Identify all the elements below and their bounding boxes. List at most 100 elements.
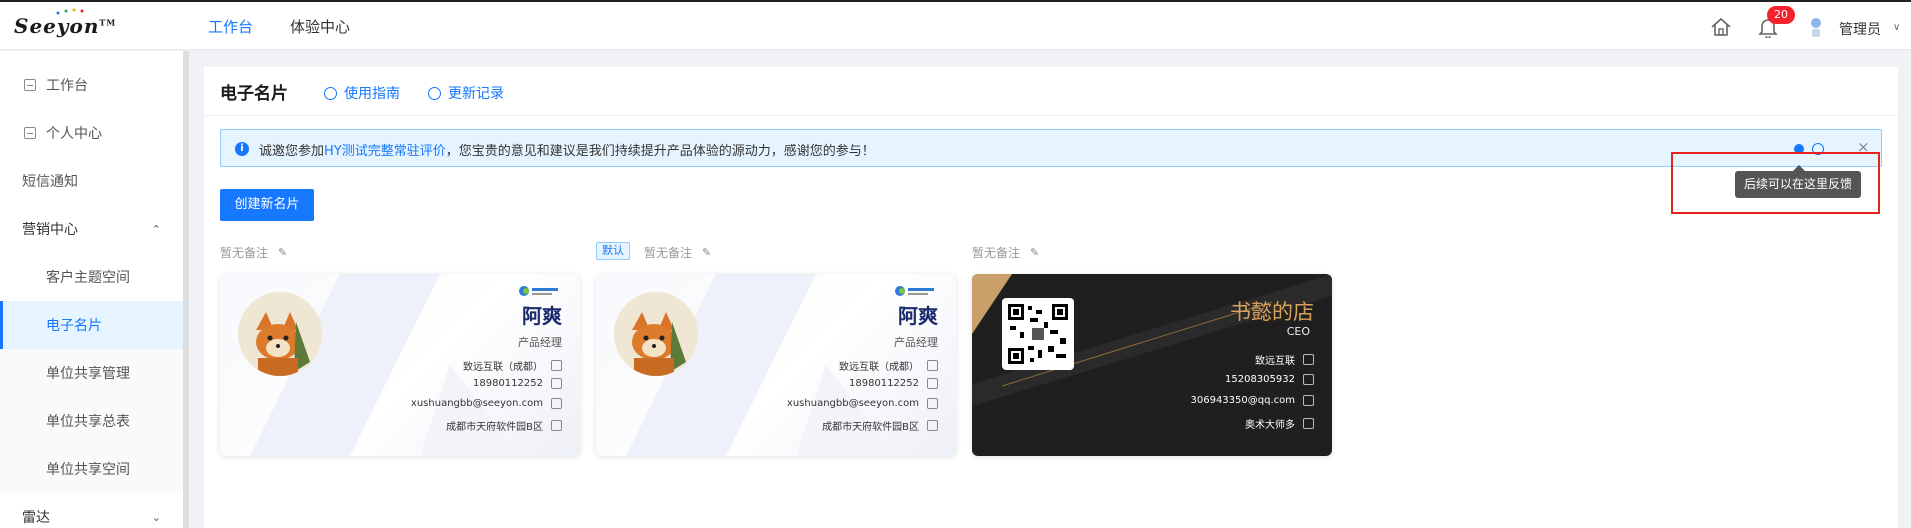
address-text: 成都市天府软件园B区: [446, 422, 543, 433]
page-title: 电子名片: [220, 84, 288, 104]
phone-icon: [551, 378, 562, 389]
avatar: [238, 292, 322, 376]
email-text: xushuangbb@seeyon.com: [410, 398, 543, 409]
business-card[interactable]: 阿爽 产品经理 致远互联（成都） 18980112252 xushuangbb@…: [220, 274, 580, 456]
nav-workbench[interactable]: 工作台: [208, 16, 253, 37]
location-pin-icon: [551, 420, 562, 431]
remark-text: 暂无备注: [644, 246, 693, 260]
sidebar-item-personal-center[interactable]: 个人中心: [0, 109, 183, 157]
email-text: xushuangbb@seeyon.com: [786, 398, 919, 409]
notice-prefix: 诚邀您参加: [259, 144, 325, 159]
card-name: 阿爽: [522, 304, 562, 328]
home-icon[interactable]: [1710, 17, 1732, 37]
sidebar-item-label: 个人中心: [46, 126, 102, 142]
mail-icon: [1303, 395, 1314, 406]
company-text: 致远互联（成都）: [463, 362, 543, 373]
remark-text: 暂无备注: [972, 246, 1021, 260]
update-log-label: 更新记录: [448, 86, 504, 102]
sidebar-item-label: 工作台: [46, 78, 88, 94]
mail-icon: [927, 398, 938, 409]
sidebar: 工作台 个人中心 短信通知 营销中心 ⌃ 客户主题空间 电子名片 单位共享管理 单…: [0, 51, 183, 528]
usage-guide-link[interactable]: 使用指南: [324, 83, 400, 103]
card-company: 致远互联: [1255, 352, 1314, 367]
card-phone: 18980112252: [473, 378, 562, 389]
card-phone: 15208305932: [1225, 374, 1314, 385]
refresh-clock-icon: [428, 86, 441, 100]
card-remark[interactable]: 暂无备注 ✎: [220, 244, 287, 261]
card-address: 奥术大师多: [1245, 416, 1314, 431]
sidebar-group-marketing[interactable]: 营销中心 ⌃: [0, 205, 183, 253]
sidebar-item-sms[interactable]: 短信通知: [0, 157, 183, 205]
feedback-notice-bar: i 诚邀您参加HY测试完整常驻评价，您宝贵的意见和建议是我们持续提升产品体验的源…: [220, 129, 1882, 167]
profile-icon: [24, 127, 36, 139]
card-phone: 18980112252: [849, 378, 938, 389]
card-job-title: CEO: [1286, 325, 1310, 338]
top-bar: SeeyonTM 工作台 体验中心 20 管理员 ∨: [0, 0, 1911, 50]
feedback-tooltip: 后续可以在这里反馈: [1735, 165, 1861, 198]
sidebar-item-share-space[interactable]: 单位共享空间: [0, 445, 183, 493]
card-name: 阿爽: [898, 304, 938, 328]
company-logo-icon: [895, 286, 934, 296]
company-logo-icon: [519, 286, 558, 296]
edit-icon[interactable]: ✎: [702, 246, 711, 259]
edit-icon[interactable]: ✎: [1030, 246, 1039, 259]
sidebar-item-customer-space[interactable]: 客户主题空间: [0, 253, 183, 301]
phone-text: 15208305932: [1225, 374, 1295, 385]
card-company: 致远互联（成都）: [463, 358, 562, 373]
qr-code[interactable]: [1002, 298, 1074, 370]
default-tag: 默认: [596, 242, 630, 260]
card-job-title: 产品经理: [518, 336, 562, 349]
card-email: xushuangbb@seeyon.com: [787, 398, 938, 409]
chevron-down-icon: ⌄: [151, 510, 161, 524]
home-icon: [551, 360, 562, 371]
edit-icon[interactable]: ✎: [278, 246, 287, 259]
sidebar-item-workbench[interactable]: 工作台: [0, 61, 183, 109]
phone-text: 18980112252: [473, 378, 543, 389]
sidebar-item-label: 短信通知: [22, 174, 78, 190]
business-card-dark[interactable]: 书懿的店 CEO 致远互联 15208305932 306943350@qq.c…: [972, 274, 1332, 456]
update-log-link[interactable]: 更新记录: [428, 83, 504, 103]
avatar: [614, 292, 698, 376]
company-text: 致远互联（成都）: [839, 362, 919, 373]
address-text: 成都市天府软件园B区: [822, 422, 919, 433]
logo-trademark: TM: [99, 17, 117, 28]
email-text: 306943350@qq.com: [1190, 395, 1296, 406]
nav-experience-center[interactable]: 体验中心: [290, 16, 350, 37]
card-remark[interactable]: 暂无备注 ✎: [972, 244, 1039, 261]
main-panel: 电子名片 使用指南 更新记录 i 诚邀您参加HY测试完整常驻评价，您宝贵的意见和…: [204, 67, 1898, 528]
sidebar-item-share-summary[interactable]: 单位共享总表: [0, 397, 183, 445]
chevron-up-icon: ⌃: [151, 222, 161, 236]
sidebar-group-radar[interactable]: 雷达 ⌄: [0, 493, 183, 528]
sidebar-item-label: 单位共享管理: [46, 366, 130, 382]
card-email: 306943350@qq.com: [1190, 395, 1314, 406]
chevron-down-icon[interactable]: ∨: [1893, 22, 1900, 33]
card-name: 书懿的店: [1230, 300, 1314, 324]
company-text: 致远互联: [1255, 356, 1295, 367]
card-job-title: 产品经理: [894, 336, 938, 349]
sidebar-item-label: 营销中心: [22, 222, 78, 238]
business-card-default[interactable]: 阿爽 产品经理 致远互联（成都） 18980112252 xushuangbb@…: [596, 274, 956, 456]
home-icon: [927, 360, 938, 371]
notice-suffix: ，您宝贵的意见和建议是我们持续提升产品体验的源动力，感谢您的参与！: [445, 144, 875, 159]
card-email: xushuangbb@seeyon.com: [411, 398, 562, 409]
user-avatar-icon[interactable]: [1806, 16, 1826, 38]
sidebar-item-share-manage[interactable]: 单位共享管理: [0, 349, 183, 397]
home-icon: [1303, 354, 1314, 365]
usage-guide-label: 使用指南: [344, 86, 400, 102]
mail-icon: [551, 398, 562, 409]
create-card-button[interactable]: 创建新名片: [220, 189, 314, 221]
notice-survey-link[interactable]: HY测试完整常驻评价: [324, 144, 446, 159]
seeyon-logo[interactable]: SeeyonTM: [14, 8, 117, 38]
sidebar-item-e-card[interactable]: 电子名片: [0, 301, 183, 349]
sidebar-item-label: 客户主题空间: [46, 270, 130, 286]
card-remark[interactable]: 暂无备注 ✎: [644, 244, 711, 261]
remark-text: 暂无备注: [220, 246, 269, 260]
sidebar-item-label: 单位共享总表: [46, 414, 130, 430]
user-name[interactable]: 管理员: [1839, 19, 1881, 39]
card-company: 致远互联（成都）: [839, 358, 938, 373]
phone-text: 18980112252: [849, 378, 919, 389]
sidebar-scrollbar[interactable]: [183, 51, 189, 528]
notification-badge[interactable]: 20: [1767, 6, 1795, 24]
location-pin-icon: [927, 420, 938, 431]
info-icon: i: [235, 142, 249, 156]
